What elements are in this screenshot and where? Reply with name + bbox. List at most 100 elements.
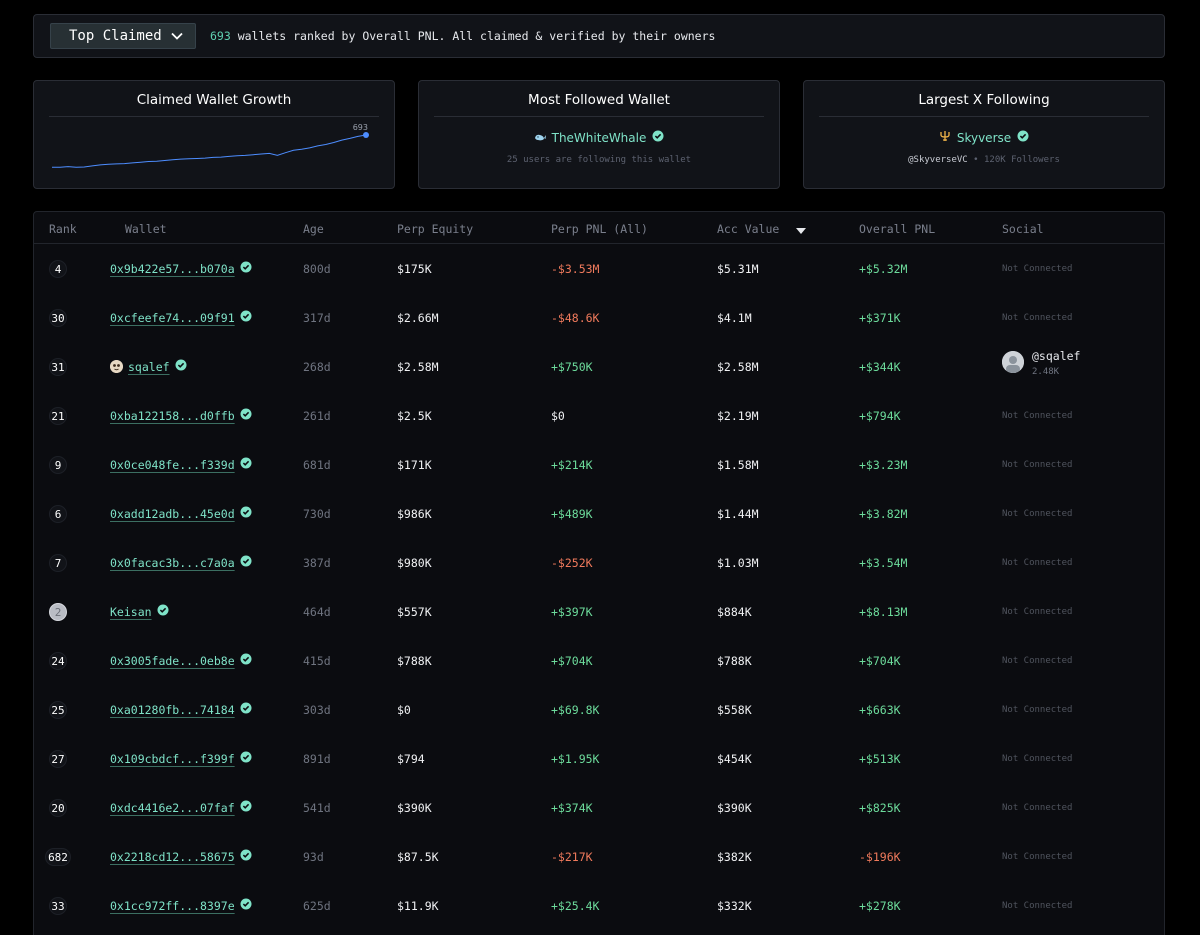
wallet-avatar-icon — [110, 360, 123, 373]
perp-pnl: $0 — [551, 409, 565, 423]
rank-badge: 20 — [49, 799, 67, 817]
header-acc-value-label: Acc Value — [717, 222, 780, 236]
largest-x-following-card: Largest X Following Skyverse @SkyverseVC… — [803, 80, 1165, 189]
table-row[interactable]: 682 0x2218cd12...58675 93d $87.5K -$217K $382… — [34, 832, 1164, 881]
overall-pnl: +$344K — [859, 360, 901, 374]
x-handle: @SkyverseVC — [908, 155, 968, 165]
wallet-link[interactable]: 0xa01280fb...74184 — [110, 702, 252, 717]
table-row[interactable]: 31 sqalef 268d $2.58M +$750K $2.58M +$344K @sqa… — [34, 342, 1164, 391]
header-rank: Rank — [49, 222, 77, 236]
social-status: Not Connected — [1002, 558, 1073, 568]
perp-pnl: -$3.53M — [551, 262, 600, 276]
rank-badge: 30 — [49, 309, 67, 327]
overall-pnl: +$5.32M — [859, 262, 908, 276]
header-perp-pnl[interactable]: Perp PNL (All) — [551, 222, 648, 236]
table-row[interactable]: 30 0xcfeefe74...09f91 317d $2.66M -$48.6K $4.… — [34, 293, 1164, 342]
acc-value: $390K — [717, 801, 752, 815]
table-row[interactable]: 24 0x3005fade...0eb8e 415d $788K +$704K $788K… — [34, 636, 1164, 685]
overall-pnl: +$794K — [859, 409, 901, 423]
wallet-age: 93d — [303, 850, 324, 864]
perp-equity: $390K — [397, 801, 432, 815]
acc-value: $454K — [717, 752, 752, 766]
table-row[interactable]: 25 0xa01280fb...74184 303d $0 +$69.8K $558K +$… — [34, 685, 1164, 734]
wallet-link[interactable]: 0x3005fade...0eb8e — [110, 653, 252, 668]
rank-badge: 4 — [49, 260, 67, 278]
largest-following-wallet-link[interactable]: Skyverse — [804, 130, 1164, 145]
acc-value: $2.19M — [717, 409, 759, 423]
wallet-link[interactable]: 0xba122158...d0ffb — [110, 408, 252, 423]
acc-value: $2.58M — [717, 360, 759, 374]
table-row[interactable]: 33 0x1cc972ff...8397e 625d $11.9K +$25.4K $33… — [34, 881, 1164, 930]
wallet-link[interactable]: 0xcfeefe74...09f91 — [110, 310, 252, 325]
perp-pnl: +$750K — [551, 360, 593, 374]
table-row[interactable]: 7 0x0facac3b...c7a0a 387d $980K -$252K $1.03M… — [34, 538, 1164, 587]
chevron-down-icon — [171, 32, 183, 40]
acc-value: $4.1M — [717, 311, 752, 325]
followers-subtext: 25 users are following this wallet — [506, 155, 692, 165]
table-row[interactable]: 4 0x9b422e57...b070a 800d $175K -$3.53M $5.31… — [34, 244, 1164, 293]
acc-value: $1.58M — [717, 458, 759, 472]
leaderboard-table: Rank Wallet Age Perp Equity Perp PNL (Al… — [33, 211, 1165, 935]
verified-icon — [240, 751, 252, 766]
wallet-age: 387d — [303, 556, 331, 570]
wallet-link[interactable]: 0xdc4416e2...07faf — [110, 800, 252, 815]
rank-badge: 7 — [49, 554, 67, 572]
social-x-link[interactable]: @sqalef 2.48K — [1002, 349, 1080, 377]
perp-equity: $171K — [397, 458, 432, 472]
wallet-link[interactable]: 0xadd12adb...45e0d — [110, 506, 252, 521]
social-status: Not Connected — [1002, 803, 1073, 813]
perp-equity: $11.9K — [397, 899, 439, 913]
card-title: Most Followed Wallet — [434, 89, 764, 117]
table-row[interactable]: 20 0xdc4416e2...07faf 541d $390K +$374K $390K… — [34, 783, 1164, 832]
top-claimed-dropdown[interactable]: Top Claimed — [50, 23, 196, 49]
verified-icon — [240, 506, 252, 521]
acc-value: $558K — [717, 703, 752, 717]
wallet-link[interactable]: Keisan — [110, 604, 169, 619]
wallet-link[interactable]: 0x0ce048fe...f339d — [110, 457, 252, 472]
wallet-link[interactable]: 0x2218cd12...58675 — [110, 849, 252, 864]
acc-value: $332K — [717, 899, 752, 913]
wallet-address: 0x2218cd12...58675 — [110, 849, 235, 864]
wallet-link[interactable]: 0x1cc972ff...8397e — [110, 898, 252, 913]
most-followed-name: TheWhiteWhale — [551, 130, 647, 145]
verified-icon — [240, 898, 252, 913]
wallet-age: 415d — [303, 654, 331, 668]
header-overall-pnl[interactable]: Overall PNL — [859, 222, 935, 236]
wallet-link[interactable]: 0x109cbdcf...f399f — [110, 751, 252, 766]
wallet-address: 0xdc4416e2...07faf — [110, 800, 235, 815]
table-row[interactable]: 2 Keisan 464d $557K +$397K $884K +$8.13M Not Co… — [34, 587, 1164, 636]
wallet-age: 268d — [303, 360, 331, 374]
header-age[interactable]: Age — [303, 222, 324, 236]
table-row[interactable]: 6 0xadd12adb...45e0d 730d $986K +$489K $1.44M… — [34, 489, 1164, 538]
perp-equity: $980K — [397, 556, 432, 570]
overall-pnl: +$663K — [859, 703, 901, 717]
table-row[interactable]: 21 0xba122158...d0ffb 261d $2.5K $0 $2.19M +$7… — [34, 391, 1164, 440]
overall-pnl: +$825K — [859, 801, 901, 815]
social-status: Not Connected — [1002, 264, 1073, 274]
acc-value: $382K — [717, 850, 752, 864]
verified-icon — [240, 849, 252, 864]
verified-icon — [240, 800, 252, 815]
table-row[interactable]: 9 0x0ce048fe...f339d 681d $171K +$214K $1.58M… — [34, 440, 1164, 489]
most-followed-wallet-link[interactable]: TheWhiteWhale — [419, 130, 779, 145]
wallet-address: Keisan — [110, 604, 152, 619]
wallet-address: 0xcfeefe74...09f91 — [110, 310, 235, 325]
wallet-age: 625d — [303, 899, 331, 913]
wallet-link[interactable]: sqalef — [110, 359, 187, 374]
social-status: Not Connected — [1002, 313, 1073, 323]
verified-icon — [240, 310, 252, 325]
rank-badge: 6 — [49, 505, 67, 523]
overall-pnl: +$3.82M — [859, 507, 908, 521]
table-row[interactable]: 27 0x109cbdcf...f399f 891d $794 +$1.95K $454K… — [34, 734, 1164, 783]
wallet-link[interactable]: 0x9b422e57...b070a — [110, 261, 252, 276]
perp-pnl: +$397K — [551, 605, 593, 619]
wallet-age: 541d — [303, 801, 331, 815]
wallet-link[interactable]: 0x0facac3b...c7a0a — [110, 555, 252, 570]
verified-icon — [240, 261, 252, 276]
table-header: Rank Wallet Age Perp Equity Perp PNL (Al… — [34, 212, 1164, 244]
header-acc-value-sort[interactable]: Acc Value — [717, 222, 807, 237]
perp-pnl: +$374K — [551, 801, 593, 815]
wallet-age: 261d — [303, 409, 331, 423]
header-perp-equity[interactable]: Perp Equity — [397, 222, 473, 236]
overall-pnl: +$3.54M — [859, 556, 908, 570]
